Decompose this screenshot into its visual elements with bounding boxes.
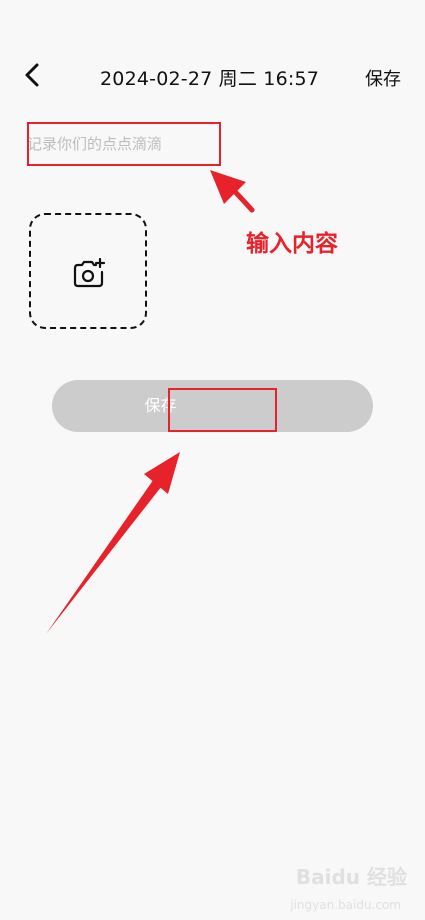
annotation-label: 输入内容	[246, 231, 338, 257]
add-photo-button[interactable]	[29, 213, 147, 329]
note-input[interactable]	[27, 124, 217, 164]
save-button[interactable]: 保存	[52, 380, 373, 432]
arrow-to-save-button	[46, 452, 180, 634]
date-time-title: 2024-02-27 周二 16:57	[100, 68, 320, 90]
watermark-url: jingyan.baidu.com	[290, 898, 401, 912]
camera-plus-icon	[73, 257, 106, 288]
save-button-label: 保存	[144, 396, 177, 415]
back-button[interactable]	[18, 60, 48, 90]
chevron-left-icon	[25, 63, 39, 87]
watermark: Baidu 经验	[295, 865, 407, 889]
arrow-to-input	[210, 170, 255, 213]
top-bar: 2024-02-27 周二 16:57 保存	[0, 50, 425, 102]
header-save-button[interactable]: 保存	[365, 65, 401, 91]
